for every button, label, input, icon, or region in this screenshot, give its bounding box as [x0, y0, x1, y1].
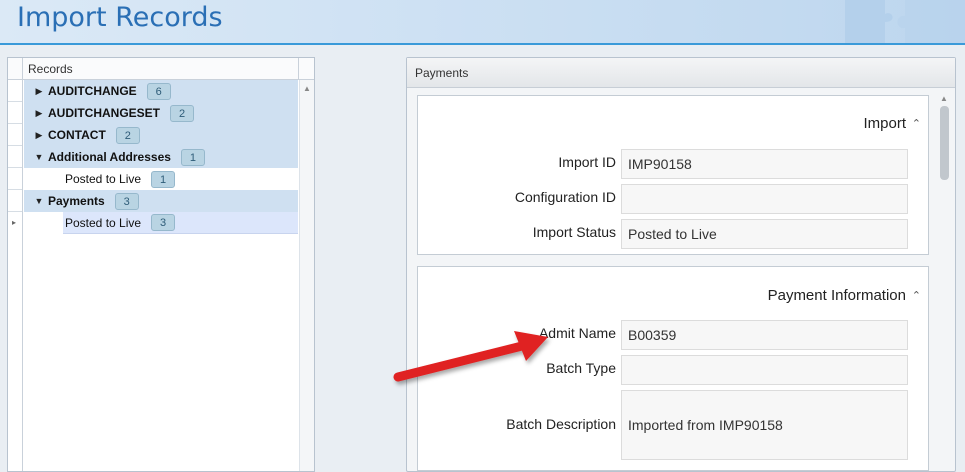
batch-description-value: Imported from IMP90158: [628, 417, 783, 433]
details-scrollbar[interactable]: ▲: [937, 94, 951, 469]
triangle-down-icon[interactable]: ▼: [30, 196, 48, 206]
count-badge: 3: [151, 214, 176, 231]
row-selector-current[interactable]: ▸: [8, 212, 22, 234]
admit-name-field[interactable]: B00359: [621, 320, 908, 350]
payments-panel-title: Payments: [415, 66, 469, 80]
red-arrow-icon: [393, 331, 548, 382]
current-row-arrow-icon: ▸: [12, 218, 17, 227]
batch-description-field[interactable]: Imported from IMP90158: [621, 390, 908, 460]
tree-item-auditchangeset[interactable]: ▶ AUDITCHANGESET 2: [24, 102, 298, 124]
scroll-up-icon[interactable]: ▲: [940, 94, 948, 103]
triangle-right-icon[interactable]: ▶: [30, 130, 48, 141]
scroll-up-icon[interactable]: ▲: [303, 84, 311, 93]
tree-item-label: AUDITCHANGESET: [48, 106, 161, 120]
row-selector[interactable]: [8, 146, 22, 168]
tree-item-auditchange[interactable]: ▶ AUDITCHANGE 6: [24, 80, 298, 102]
import-id-value: IMP90158: [628, 156, 692, 172]
count-badge: 6: [146, 82, 171, 100]
import-status-value: Posted to Live: [628, 226, 717, 242]
row-selector[interactable]: [8, 190, 22, 212]
payments-panel: Payments Import ⌃ Import ID IMP90158 Con…: [406, 57, 956, 472]
tree-item-label: Posted to Live: [65, 215, 142, 230]
tree-item-label: CONTACT: [48, 128, 106, 142]
records-column-label: Records: [28, 62, 73, 76]
page-title: Import Records: [17, 2, 223, 33]
admit-name-value: B00359: [628, 327, 677, 343]
records-column-header[interactable]: Records: [8, 58, 314, 80]
import-section-title[interactable]: Import: [863, 115, 906, 132]
tree-item-label: Posted to Live: [65, 172, 142, 186]
tree-item-payments-posted[interactable]: Posted to Live 3: [63, 212, 298, 234]
row-selector[interactable]: [8, 102, 22, 124]
tree-item-additional-addresses-posted[interactable]: Posted to Live 1: [63, 168, 298, 190]
payment-information-title[interactable]: Payment Information: [768, 287, 906, 304]
import-id-label: Import ID: [558, 154, 616, 170]
tree-scrollbar[interactable]: ▲: [299, 80, 314, 471]
import-status-label: Import Status: [532, 224, 616, 240]
puzzle-decoration-icon: [845, 0, 965, 43]
tree-item-label: AUDITCHANGE: [48, 84, 137, 98]
records-tree: Records ▸ ▲ ▶ AUDITCHANGE 6 ▶ AUDITCHANG…: [7, 57, 315, 472]
payments-panel-header: Payments: [407, 58, 955, 88]
chevron-up-icon[interactable]: ⌃: [912, 117, 921, 130]
batch-type-field[interactable]: [621, 355, 908, 385]
triangle-down-icon[interactable]: ▼: [30, 152, 48, 162]
row-selector-gutter: ▸: [8, 80, 23, 471]
batch-type-label: Batch Type: [546, 360, 616, 376]
triangle-right-icon[interactable]: ▶: [30, 86, 48, 97]
configuration-id-label: Configuration ID: [514, 189, 616, 205]
import-status-field[interactable]: Posted to Live: [621, 219, 908, 249]
batch-description-label: Batch Description: [506, 416, 616, 432]
chevron-up-icon[interactable]: ⌃: [912, 289, 921, 302]
configuration-id-field[interactable]: [621, 184, 908, 214]
count-badge: 1: [151, 170, 176, 188]
row-header-gutter: [8, 58, 23, 80]
count-badge: 1: [180, 148, 205, 166]
count-badge: 2: [115, 126, 140, 144]
import-id-field[interactable]: IMP90158: [621, 149, 908, 179]
count-badge: 2: [170, 104, 195, 122]
column-divider: [298, 58, 299, 80]
scrollbar-thumb[interactable]: [940, 106, 949, 180]
tree-item-additional-addresses[interactable]: ▼ Additional Addresses 1: [24, 146, 298, 168]
tree-item-contact[interactable]: ▶ CONTACT 2: [24, 124, 298, 146]
app-header: Import Records: [0, 0, 965, 45]
tree-item-label: Payments: [48, 194, 105, 208]
tree-item-payments[interactable]: ▼ Payments 3: [24, 190, 298, 212]
triangle-right-icon[interactable]: ▶: [30, 108, 48, 119]
row-selector[interactable]: [8, 168, 22, 190]
row-selector[interactable]: [8, 124, 22, 146]
tree-item-label: Additional Addresses: [48, 150, 171, 164]
count-badge: 3: [114, 192, 139, 210]
import-section: Import ⌃ Import ID IMP90158 Configuratio…: [417, 95, 929, 255]
row-selector[interactable]: [8, 80, 22, 102]
